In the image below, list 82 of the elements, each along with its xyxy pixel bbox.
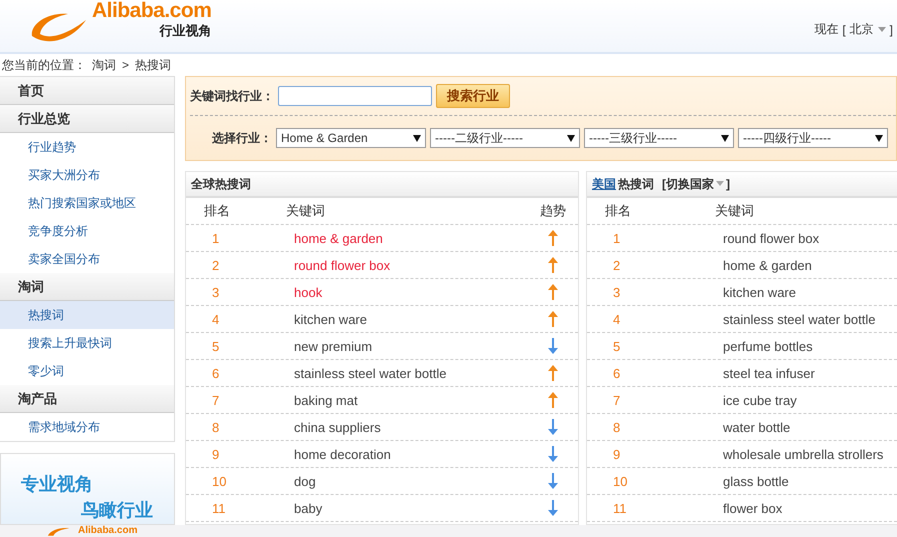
rank-number: 6 [211,366,220,380]
breadcrumb-separator: > [122,58,130,72]
bracket-close: ] [726,177,730,191]
industry-dropdown[interactable]: -----二级行业----- [430,128,580,148]
rank-number: 8 [211,420,220,434]
column-header: 趋势 [539,202,567,220]
industry-label: 选择行业： [212,130,272,146]
industry-dropdown[interactable]: -----三级行业----- [584,128,734,148]
keyword-link[interactable]: wholesale umbrella strollers [677,446,897,462]
switch-country-dropdown[interactable]: [切换国家 [662,176,714,192]
search-button[interactable]: 搜索行业 [436,84,510,108]
bracket-open: [ [842,22,846,36]
keyword-input[interactable] [278,86,432,106]
sidebar-section-header[interactable]: 行业总览 [0,105,174,133]
keyword-link[interactable]: hook [276,284,528,300]
keyword-link[interactable]: new premium [276,338,528,354]
breadcrumb-label: 您当前的位置： [2,56,86,74]
keyword-link[interactable]: kitchen ware [276,312,528,326]
sidebar-section-header[interactable]: 淘词 [0,273,174,301]
keyword-link[interactable]: dog [276,474,528,488]
rank-number: 4 [612,312,622,326]
rank-number: 2 [211,258,220,272]
rank-number: 7 [612,392,622,408]
keyword-link[interactable]: baking mat [276,392,528,408]
keyword-link[interactable]: round flower box [677,230,897,246]
site-subtitle: 行业视角 [159,22,212,40]
sidebar-section-header[interactable]: 首页 [0,77,174,105]
column-header: 排名 [203,202,231,220]
rank-number: 4 [211,312,220,326]
keyword-link[interactable]: china suppliers [276,420,528,434]
rank-number: 1 [612,230,622,246]
keyword-link[interactable]: perfume bottles [677,338,897,354]
rank-number: 3 [211,284,220,300]
rank-number: 5 [211,338,220,354]
sidebar-item[interactable]: 热搜词 [0,301,174,329]
sidebar-section-header[interactable]: 淘产品 [0,385,174,413]
table-title: 热搜词 [618,176,654,192]
dropdown-arrow-icon[interactable] [413,134,421,142]
logo-text: Alibaba.com [92,0,212,22]
search-label: 关键词找行业： [190,88,274,104]
keyword-link[interactable]: ice cube tray [677,392,897,408]
keyword-link[interactable]: round flower box [276,258,528,272]
rank-number: 9 [612,446,622,462]
breadcrumb-link[interactable]: 热搜词 [135,56,172,74]
rank-number: 9 [211,446,220,462]
rank-number: 11 [612,500,628,516]
dropdown-arrow-icon[interactable] [721,134,729,142]
footer-logo-text: Alibaba.com [78,525,138,537]
dropdown-arrow-icon[interactable] [875,134,883,142]
column-header: 关键词 [285,202,326,220]
keyword-link[interactable]: stainless steel water bottle [276,366,528,380]
column-header: 排名 [604,202,632,220]
keyword-link[interactable]: home & garden [677,258,897,272]
location-label: 现在 [814,21,838,38]
rank-number: 3 [612,284,622,300]
column-header: 关键词 [714,202,755,220]
keyword-link[interactable]: home decoration [276,446,528,462]
rank-number: 10 [612,474,628,488]
rank-number: 1 [211,230,220,246]
caret-icon[interactable] [878,26,886,32]
keyword-link[interactable]: stainless steel water bottle [677,312,897,326]
keyword-link[interactable]: steel tea infuser [677,366,897,380]
rank-number: 11 [211,500,226,516]
keyword-link[interactable]: baby [276,500,528,516]
industry-dropdown[interactable]: Home & Garden [276,128,426,148]
keyword-link[interactable]: glass bottle [677,474,897,488]
location-selector[interactable]: 北京 [850,21,874,38]
industry-dropdown[interactable]: -----四级行业----- [738,128,888,148]
keyword-link[interactable]: kitchen ware [677,284,897,300]
rank-number: 8 [612,420,622,434]
rank-number: 2 [612,258,622,272]
rank-number: 5 [612,338,622,354]
rank-number: 7 [211,392,220,408]
breadcrumb-link[interactable]: 淘词 [92,56,116,74]
keyword-link[interactable]: water bottle [677,420,897,434]
bracket-close: ] [890,22,893,36]
rank-number: 10 [211,474,228,488]
dropdown-arrow-icon[interactable] [567,134,575,142]
country-link[interactable]: 美国 [592,176,616,192]
keyword-link[interactable]: flower box [677,500,897,516]
keyword-link[interactable]: home & garden [276,230,528,246]
rank-number: 6 [612,366,622,380]
